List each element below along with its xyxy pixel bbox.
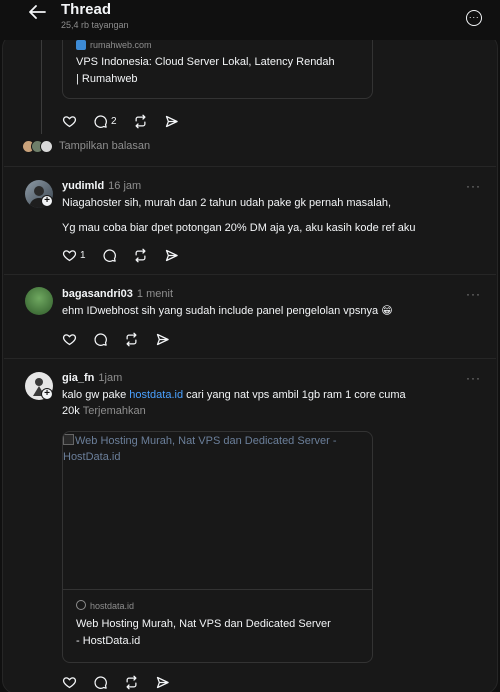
like-button[interactable] <box>62 114 77 129</box>
repost-icon <box>126 675 137 689</box>
repost-icon <box>126 332 137 346</box>
avatar <box>40 139 53 153</box>
post-text-line2: 20k Terjemahkan <box>62 405 146 417</box>
more-options-icon[interactable]: ··· <box>466 10 482 26</box>
image-alt-line1: Web Hosting Murah, Nat VPS dan Dedicated… <box>75 435 337 447</box>
avatar[interactable] <box>25 287 53 315</box>
view-count: 25,4 rb tayangan <box>61 20 129 30</box>
reply-button[interactable]: 2 <box>93 114 117 129</box>
post-actions <box>62 673 186 691</box>
site-favicon-icon <box>76 40 86 50</box>
comment-icon <box>103 248 116 262</box>
like-button[interactable] <box>62 675 77 690</box>
card-image-placeholder: Web Hosting Murah, Nat VPS dan Dedicated… <box>63 432 372 590</box>
post-time: 1jam <box>98 372 123 384</box>
username[interactable]: bagasandri03 1 menit <box>62 288 173 300</box>
repost-button[interactable] <box>124 332 139 347</box>
send-icon <box>156 333 169 345</box>
card-title-line1: Web Hosting Murah, Nat VPS dan Dedicated… <box>76 618 331 630</box>
share-button[interactable] <box>164 114 179 129</box>
repost-button[interactable] <box>133 114 148 129</box>
divider <box>4 358 496 359</box>
post-actions <box>62 330 186 348</box>
post-text-line1: Niagahoster sih, murah dan 2 tahun udah … <box>62 197 391 209</box>
post-text-line2: Yg mau coba biar dpet potongan 20% DM aj… <box>62 222 416 234</box>
hostdata-link[interactable]: hostdata.id <box>129 389 183 401</box>
send-icon <box>165 249 178 261</box>
card-domain: hostdata.id <box>90 601 135 611</box>
link-preview-card[interactable]: rumahweb.com VPS Indonesia: Cloud Server… <box>62 34 373 99</box>
comment-icon <box>94 114 107 128</box>
comment-icon <box>94 332 107 346</box>
heart-icon <box>62 676 77 688</box>
share-button[interactable] <box>164 248 179 263</box>
card-title-line2: | Rumahweb <box>76 73 138 85</box>
comment-icon <box>94 675 107 689</box>
divider <box>4 166 496 167</box>
post-time: 1 menit <box>136 288 173 300</box>
repost-button[interactable] <box>124 675 139 690</box>
follow-plus-icon[interactable]: + <box>41 195 53 207</box>
post-time: 16 jam <box>108 180 142 192</box>
repost-icon <box>135 114 146 128</box>
top-post-actions: 2 <box>62 112 195 130</box>
like-count: 1 <box>80 249 86 261</box>
reply-button[interactable] <box>93 332 108 347</box>
heart-icon <box>62 249 77 261</box>
post-actions: 1 <box>62 246 195 264</box>
top-bar: Thread 25,4 rb tayangan ··· <box>0 0 500 40</box>
reply-button[interactable] <box>102 248 117 263</box>
post-menu-icon[interactable]: ··· <box>466 288 481 300</box>
reply-button[interactable] <box>93 675 108 690</box>
post-menu-icon[interactable]: ··· <box>466 180 481 192</box>
globe-icon <box>76 600 86 610</box>
follow-plus-icon[interactable]: + <box>41 388 53 400</box>
reply-count: 2 <box>111 115 117 127</box>
show-replies-link[interactable]: Tampilkan balasan <box>59 140 150 152</box>
username[interactable]: gia_fn 1jam <box>62 372 122 384</box>
back-arrow-icon[interactable] <box>28 5 50 19</box>
post-menu-icon[interactable]: ··· <box>466 372 481 384</box>
repost-icon <box>135 248 146 262</box>
share-button[interactable] <box>155 332 170 347</box>
card-title-line1: VPS Indonesia: Cloud Server Lokal, Laten… <box>76 56 335 68</box>
link-preview-card[interactable]: Web Hosting Murah, Nat VPS dan Dedicated… <box>62 431 373 663</box>
send-icon <box>156 676 169 688</box>
translate-link[interactable]: Terjemahkan <box>83 405 146 417</box>
image-alt-line2: HostData.id <box>63 451 121 463</box>
page-title: Thread <box>61 1 112 18</box>
heart-icon <box>62 333 77 345</box>
like-button[interactable]: 1 <box>62 248 86 263</box>
send-icon <box>165 115 178 127</box>
repost-button[interactable] <box>133 248 148 263</box>
thread-connector-line <box>41 40 42 134</box>
like-button[interactable] <box>62 332 77 347</box>
post-text-line1: kalo gw pake hostdata.id cari yang nat v… <box>62 389 406 401</box>
divider <box>4 274 496 275</box>
username[interactable]: yudimld 16 jam <box>62 180 141 192</box>
show-replies-row[interactable]: Tampilkan balasan <box>22 138 150 154</box>
share-button[interactable] <box>155 675 170 690</box>
post-text: ehm IDwebhost sih yang sudah include pan… <box>62 305 393 317</box>
card-title-line2: - HostData.id <box>76 635 141 647</box>
card-domain: rumahweb.com <box>90 40 152 50</box>
heart-icon <box>62 115 77 127</box>
